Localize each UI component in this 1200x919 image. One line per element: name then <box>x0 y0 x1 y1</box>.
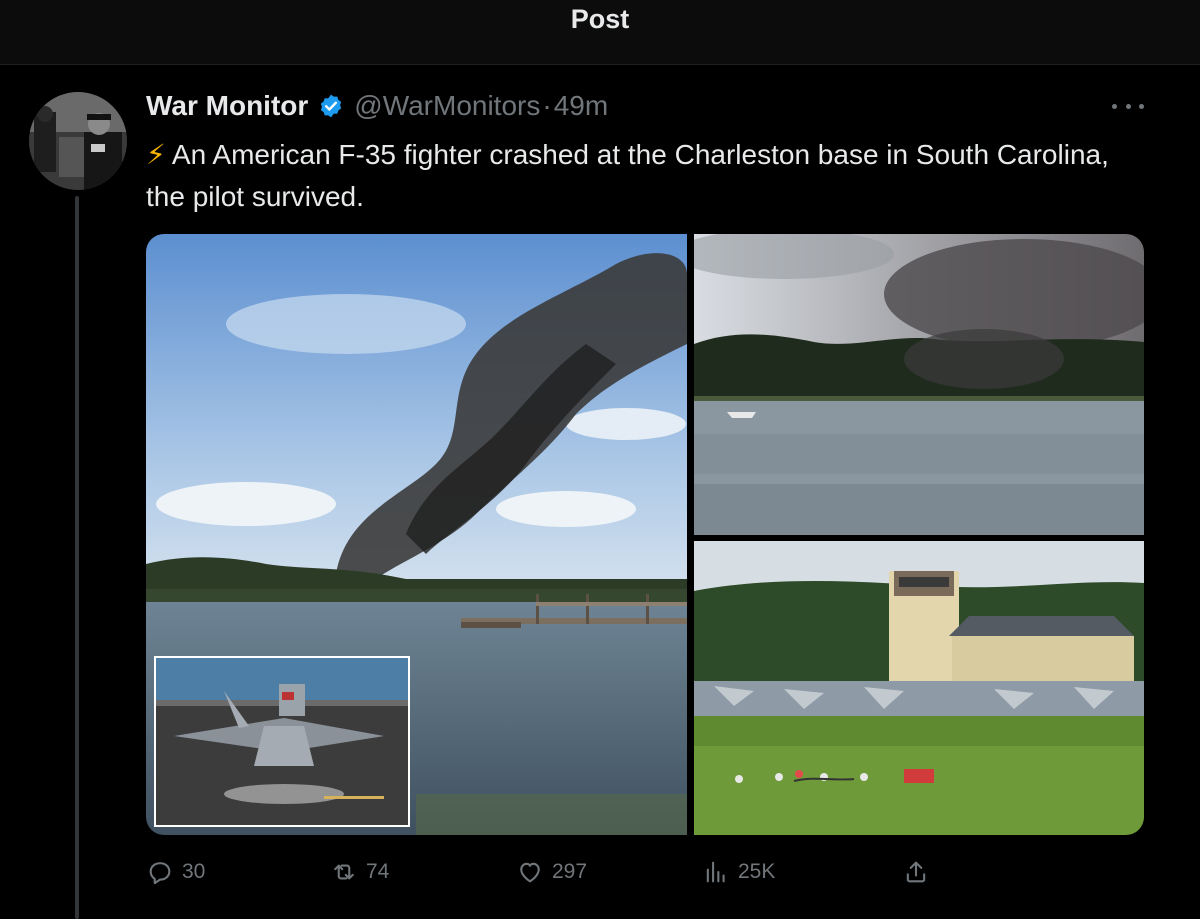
separator-dot: · <box>542 90 552 121</box>
post-header: War Monitor @WarMonitors · 49m <box>146 86 608 126</box>
post-body: An American F-35 fighter crashed at the … <box>146 139 1109 212</box>
avatar[interactable] <box>29 92 127 190</box>
repost-count: 74 <box>366 860 390 883</box>
verified-badge-icon[interactable] <box>318 93 344 119</box>
top-bar: Post <box>0 0 1200 65</box>
like-icon <box>520 862 540 883</box>
post-time[interactable]: 49m <box>554 90 608 122</box>
more-icon[interactable] <box>1112 94 1144 118</box>
page-title: Post <box>570 4 630 34</box>
photo-airbase-tower[interactable] <box>694 541 1144 835</box>
post-media[interactable] <box>146 234 1144 835</box>
share-icon <box>906 861 926 883</box>
like-button[interactable]: 297 <box>516 852 587 892</box>
author-name[interactable]: War Monitor <box>146 90 308 122</box>
author-handle[interactable]: @WarMonitors <box>354 90 540 122</box>
reply-count: 30 <box>182 860 206 883</box>
share-button[interactable] <box>902 852 930 892</box>
like-count: 297 <box>552 860 588 883</box>
thread-line <box>75 196 79 919</box>
action-bar: 30 74 297 25K <box>146 852 936 892</box>
lightning-icon: ⚡ <box>146 139 166 170</box>
views-button[interactable]: 25K <box>702 852 775 892</box>
post-text: ⚡ An American F-35 fighter crashed at th… <box>146 134 1136 218</box>
avatar-image <box>29 92 127 190</box>
reply-icon <box>149 862 171 885</box>
views-icon <box>706 861 725 883</box>
photo-smoke-over-river[interactable] <box>694 234 1144 535</box>
views-count: 25K <box>738 860 776 883</box>
repost-icon <box>334 864 354 880</box>
repost-button[interactable]: 74 <box>330 852 389 892</box>
reply-button[interactable]: 30 <box>146 852 205 892</box>
photo-smoke-over-marsh[interactable] <box>146 234 687 835</box>
